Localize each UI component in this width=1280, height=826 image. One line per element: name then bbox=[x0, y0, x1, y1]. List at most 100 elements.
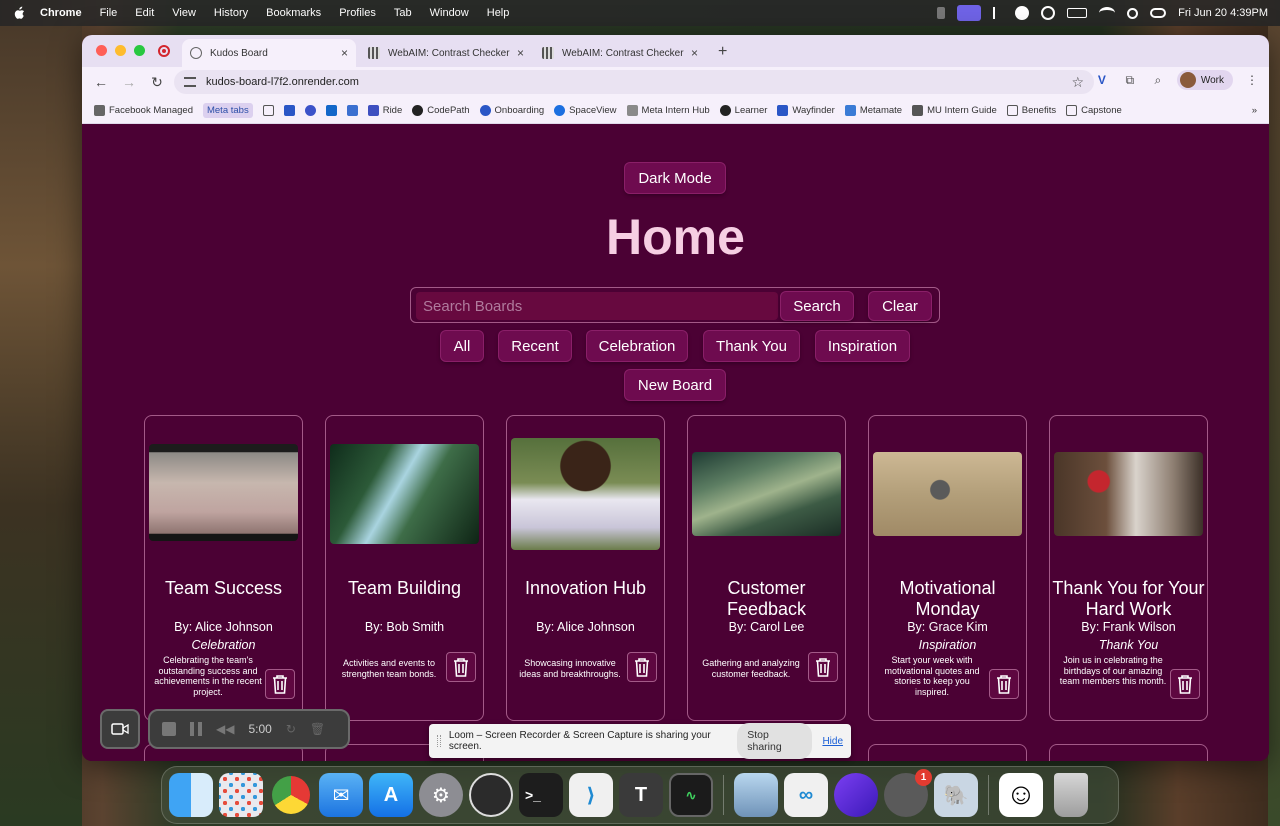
bookmark-ride[interactable]: Ride bbox=[367, 104, 402, 116]
board-card[interactable]: Team Building By: Bob Smith Activities a… bbox=[325, 415, 484, 721]
stop-sharing-button[interactable]: Stop sharing bbox=[737, 723, 813, 759]
control-center-icon[interactable] bbox=[1150, 8, 1167, 18]
board-card[interactable]: Innovation Hub By: Alice Johnson Showcas… bbox=[506, 415, 665, 721]
arc-browser-icon[interactable] bbox=[834, 773, 878, 817]
apple-menu-icon[interactable] bbox=[12, 6, 26, 20]
board-card-partial[interactable] bbox=[868, 744, 1027, 761]
back-arrow-icon[interactable]: ← bbox=[90, 71, 112, 93]
menu-view[interactable]: View bbox=[172, 7, 196, 19]
menu-tab[interactable]: Tab bbox=[394, 7, 412, 19]
battery-saver-icon[interactable] bbox=[937, 7, 946, 19]
bookmark-facebook-managed[interactable]: Facebook Managed bbox=[94, 104, 193, 116]
activity-monitor-icon[interactable]: ∿ bbox=[669, 773, 713, 817]
tab-search-icon[interactable]: ⌕ bbox=[1149, 71, 1167, 89]
menu-history[interactable]: History bbox=[214, 7, 248, 19]
trash-icon[interactable]: 🗑 bbox=[310, 722, 325, 736]
reload-icon[interactable]: ↻ bbox=[146, 71, 168, 93]
delete-board-button[interactable] bbox=[808, 652, 838, 682]
board-card[interactable]: Team Success By: Alice Johnson Celebrati… bbox=[144, 415, 303, 721]
delete-board-button[interactable] bbox=[265, 669, 295, 699]
printer-icon[interactable]: 1 bbox=[884, 769, 932, 817]
board-card-partial[interactable] bbox=[1049, 744, 1208, 761]
vscode-insiders-icon[interactable]: ∞ bbox=[784, 773, 828, 817]
bolt-icon[interactable] bbox=[993, 7, 1003, 19]
board-card[interactable]: Motivational Monday By: Grace Kim Inspir… bbox=[868, 415, 1027, 721]
bookmark-learner[interactable]: Learner bbox=[719, 104, 767, 116]
filter-all-button[interactable]: All bbox=[441, 331, 483, 361]
delete-board-button[interactable] bbox=[446, 652, 476, 682]
drag-handle-icon[interactable] bbox=[437, 735, 441, 747]
stop-recording-icon[interactable] bbox=[162, 722, 176, 736]
system-settings-icon[interactable]: ⚙ bbox=[419, 773, 463, 817]
tab-webaim-1[interactable]: WebAIM: Contrast Checker × bbox=[360, 39, 532, 67]
preview-icon[interactable] bbox=[734, 773, 778, 817]
trash-bin-icon[interactable] bbox=[1054, 773, 1088, 817]
search-input[interactable] bbox=[416, 292, 778, 320]
close-tab-icon[interactable]: × bbox=[341, 46, 348, 60]
bookmark-apps[interactable] bbox=[262, 104, 274, 116]
tab-webaim-2[interactable]: WebAIM: Contrast Checker × bbox=[534, 39, 706, 67]
filter-celebration-button[interactable]: Celebration bbox=[587, 331, 687, 361]
camera-toggle-button[interactable] bbox=[100, 709, 140, 749]
bookmark-benefits[interactable]: Benefits bbox=[1006, 104, 1056, 116]
bookmark-icon-only-4[interactable] bbox=[346, 104, 358, 116]
profile-button[interactable]: Work bbox=[1176, 70, 1233, 90]
board-card[interactable]: Thank You for Your Hard Work By: Frank W… bbox=[1049, 415, 1208, 721]
filter-recent-button[interactable]: Recent bbox=[499, 331, 571, 361]
delete-board-button[interactable] bbox=[989, 669, 1019, 699]
extensions-puzzle-icon[interactable]: ⧉ bbox=[1121, 71, 1139, 89]
typora-icon[interactable]: T bbox=[619, 773, 663, 817]
forward-arrow-icon[interactable]: → bbox=[118, 71, 140, 93]
filter-thank-you-button[interactable]: Thank You bbox=[704, 331, 799, 361]
bookmark-capstone[interactable]: Capstone bbox=[1066, 104, 1122, 116]
bookmark-icon-only-2[interactable] bbox=[304, 104, 316, 116]
smiley-face-icon[interactable]: ☺ bbox=[999, 773, 1043, 817]
battery-icon[interactable] bbox=[1067, 8, 1088, 18]
hide-button[interactable]: Hide bbox=[822, 736, 843, 747]
close-tab-icon[interactable]: × bbox=[691, 46, 698, 60]
bookmark-wayfinder[interactable]: Wayfinder bbox=[777, 104, 835, 116]
delete-board-button[interactable] bbox=[627, 652, 657, 682]
dark-mode-button[interactable]: Dark Mode bbox=[625, 163, 725, 193]
launchpad-icon[interactable] bbox=[219, 773, 263, 817]
tab-kudos-board[interactable]: Kudos Board × bbox=[182, 39, 356, 67]
terminal-icon[interactable]: >_ bbox=[519, 773, 563, 817]
menu-window[interactable]: Window bbox=[430, 7, 469, 19]
bookmark-mu-intern-guide[interactable]: MU Intern Guide bbox=[912, 104, 997, 116]
bookmark-meta-tabs[interactable]: Meta tabs bbox=[202, 102, 253, 118]
facebook-icon[interactable] bbox=[1015, 6, 1030, 20]
fullscreen-window-button[interactable] bbox=[134, 45, 145, 56]
screen-mirror-icon[interactable] bbox=[957, 5, 982, 21]
bookmark-codepath[interactable]: CodePath bbox=[412, 104, 470, 116]
search-button[interactable]: Search bbox=[781, 292, 853, 320]
menu-profiles[interactable]: Profiles bbox=[339, 7, 376, 19]
menu-bookmarks[interactable]: Bookmarks bbox=[266, 7, 321, 19]
pause-icon[interactable] bbox=[190, 722, 202, 736]
address-bar[interactable]: kudos-board-l7f2.onrender.com ☆ bbox=[174, 70, 1094, 94]
vscode-icon[interactable]: ⟩ bbox=[569, 773, 613, 817]
vpn-icon[interactable] bbox=[1041, 6, 1056, 20]
menu-help[interactable]: Help bbox=[487, 7, 510, 19]
bookmark-spaceview[interactable]: SpaceView bbox=[554, 104, 617, 116]
bookmark-meta-intern-hub[interactable]: Meta Intern Hub bbox=[626, 104, 710, 116]
filter-inspiration-button[interactable]: Inspiration bbox=[816, 331, 909, 361]
delete-board-button[interactable] bbox=[1170, 669, 1200, 699]
bookmarks-overflow-icon[interactable]: » bbox=[1252, 105, 1257, 116]
menubar-clock[interactable]: Fri Jun 20 4:39PM bbox=[1178, 7, 1268, 19]
app-store-icon[interactable]: A bbox=[369, 773, 413, 817]
bookmark-icon-only-3[interactable] bbox=[325, 104, 337, 116]
minimize-window-button[interactable] bbox=[115, 45, 126, 56]
close-window-button[interactable] bbox=[96, 45, 107, 56]
bookmark-metamate[interactable]: Metamate bbox=[844, 104, 902, 116]
menu-edit[interactable]: Edit bbox=[135, 7, 154, 19]
close-tab-icon[interactable]: × bbox=[517, 46, 524, 60]
new-tab-icon[interactable]: + bbox=[718, 43, 727, 61]
recording-indicator-icon[interactable] bbox=[158, 45, 170, 57]
new-board-button[interactable]: New Board bbox=[625, 370, 725, 400]
bookmark-onboarding[interactable]: Onboarding bbox=[479, 104, 544, 116]
menu-file[interactable]: File bbox=[100, 7, 118, 19]
spotlight-search-icon[interactable] bbox=[1127, 7, 1139, 19]
bookmark-icon-only-1[interactable] bbox=[283, 104, 295, 116]
board-card[interactable]: Customer Feedback By: Carol Lee Gatherin… bbox=[687, 415, 846, 721]
rewind-icon[interactable]: ◀◀ bbox=[216, 722, 234, 736]
